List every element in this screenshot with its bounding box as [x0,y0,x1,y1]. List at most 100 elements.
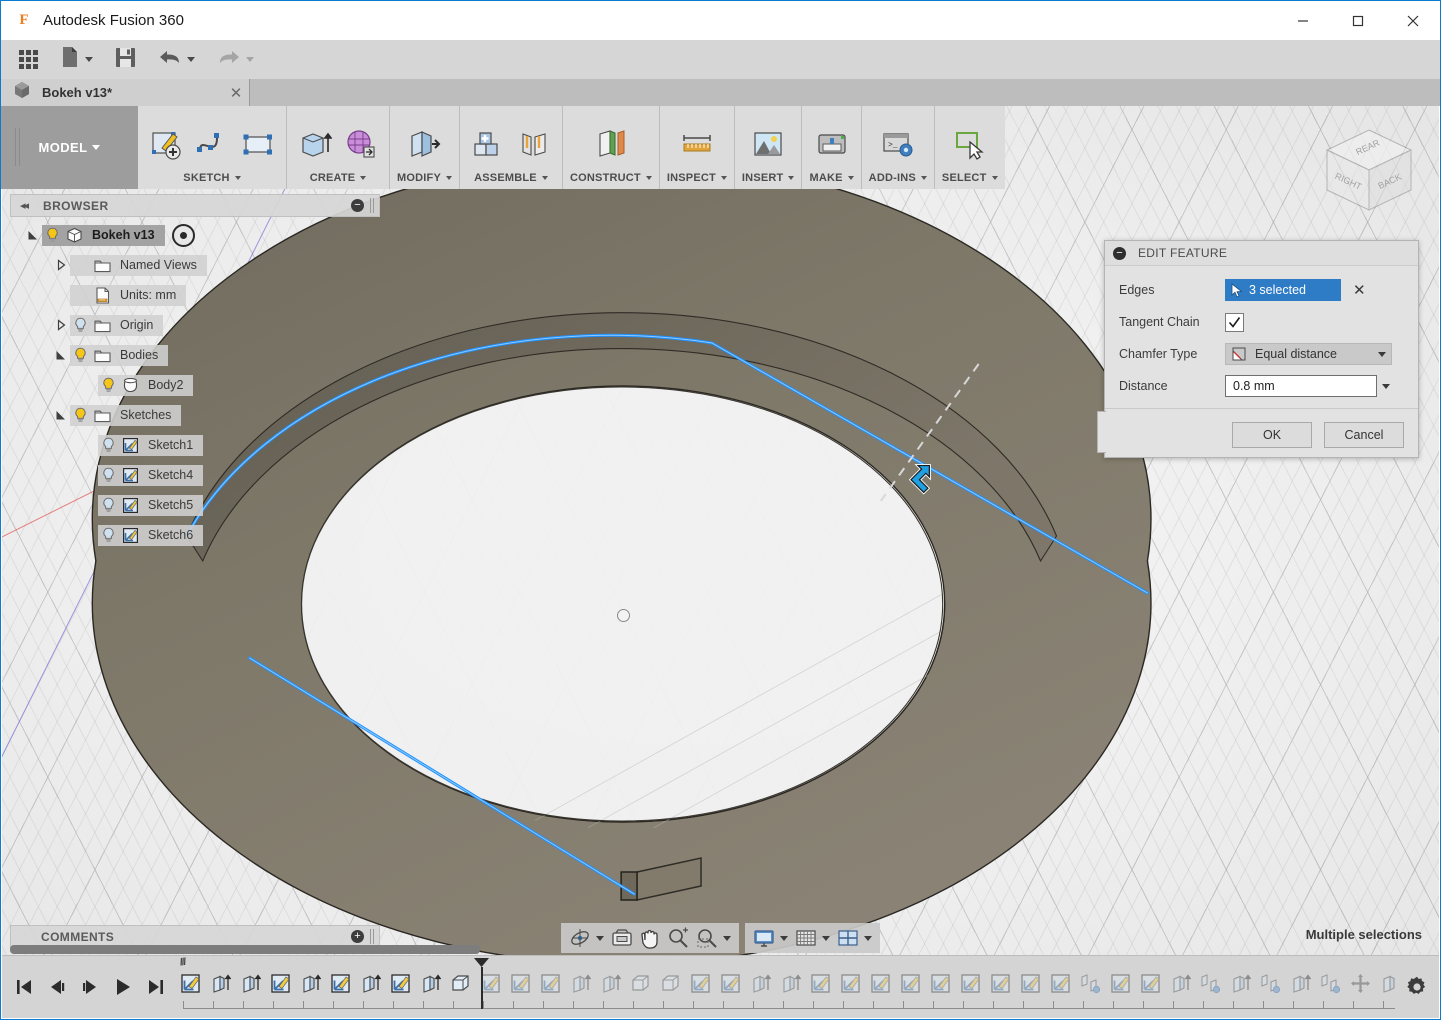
browser-item-content[interactable]: Units: mm [70,284,187,306]
timeline-feature-extrude[interactable] [1375,966,1395,1000]
chevron-down-icon[interactable] [234,176,241,181]
chevron-down-icon[interactable] [822,935,830,941]
timeline-feature-extrude[interactable] [1285,966,1315,1000]
timeline-feature-sketch[interactable] [265,966,295,1000]
browser-horizontal-scrollbar[interactable] [10,945,480,954]
timeline-feature-sketch[interactable] [505,966,535,1000]
timeline-feature-sketch[interactable] [715,966,745,1000]
timeline-feature-pattern[interactable] [1255,966,1285,1000]
activate-component-icon[interactable] [171,223,195,247]
timeline-feature-extrude[interactable] [1165,966,1195,1000]
expand-arrow-open-icon[interactable] [52,409,70,421]
browser-item-content[interactable]: Bodies [70,344,169,366]
timeline-feature-extrude[interactable] [415,966,445,1000]
extrude-icon[interactable] [294,123,336,167]
timeline-feature-sketch[interactable]: /// [175,957,205,1000]
pan-button[interactable] [638,923,662,953]
expand-arrow-closed-icon[interactable] [52,319,70,331]
browser-item-named-views[interactable]: Named Views [10,254,380,276]
chevron-down-icon[interactable] [1373,351,1391,357]
timeline-feature-sketch[interactable] [1015,966,1045,1000]
zoom-window-button[interactable] [694,923,733,953]
timeline-feature-move[interactable] [1345,966,1375,1000]
minimize-icon[interactable]: − [351,199,364,212]
chevron-down-icon[interactable] [445,176,452,181]
timeline-feature-chamfer[interactable] [445,966,475,1000]
edges-selection-button[interactable]: 3 selected [1225,279,1341,301]
timeline-feature-sketch[interactable] [955,966,985,1000]
undo-button[interactable] [152,40,201,79]
create-form-icon[interactable] [340,123,382,167]
visibility-bulb-icon[interactable] [98,527,119,543]
browser-item-content[interactable]: Sketch6 [98,524,204,546]
chevron-down-icon[interactable] [645,176,652,181]
timeline-feature-sketch[interactable] [895,966,925,1000]
chevron-down-icon[interactable] [847,176,854,181]
resize-grip[interactable] [370,198,374,213]
browser-item-sketch1[interactable]: Sketch1 [10,434,380,456]
browser-item-content[interactable]: Origin [70,314,164,336]
browser-item-origin[interactable]: Origin [10,314,380,336]
expand-arrow-open-icon[interactable] [24,229,42,241]
maximize-button[interactable] [1330,1,1385,40]
chevron-down-icon[interactable] [920,176,927,181]
chevron-down-icon[interactable] [360,176,367,181]
visibility-bulb-icon[interactable] [98,497,119,513]
browser-item-bokeh-v13[interactable]: Bokeh v13 [10,223,380,247]
visibility-bulb-icon[interactable] [98,467,119,483]
go-to-start-button[interactable] [8,967,39,1007]
browser-item-sketch6[interactable]: Sketch6 [10,524,380,546]
browser-item-sketch5[interactable]: Sketch5 [10,494,380,516]
collapse-icon[interactable]: ◂◂ [20,199,29,212]
timeline-settings-button[interactable] [1395,956,1439,1018]
timeline-track[interactable]: /// [175,956,1395,1018]
timeline-feature-sketch[interactable] [385,966,415,1000]
chevron-down-icon[interactable] [541,176,548,181]
timeline-feature-extrude[interactable] [205,966,235,1000]
timeline-feature-extrude[interactable] [1225,966,1255,1000]
step-forward-button[interactable] [74,967,105,1007]
visibility-bulb-icon[interactable] [70,347,91,363]
browser-item-bodies[interactable]: Bodies [10,344,380,366]
minimize-button[interactable] [1275,1,1330,40]
chevron-down-icon[interactable] [596,935,604,941]
browser-item-content[interactable]: Bokeh v13 [42,224,165,246]
browser-item-content[interactable]: Sketch1 [98,434,204,456]
insert-image-icon[interactable] [747,123,789,167]
timeline-feature-pattern[interactable] [1315,966,1345,1000]
timeline-feature-extrude[interactable] [565,966,595,1000]
ok-button[interactable]: OK [1232,422,1312,448]
drag-grip[interactable] [15,128,22,166]
document-tab-bokeh[interactable]: Bokeh v13* ✕ [1,79,250,106]
visibility-bulb-icon[interactable] [70,407,91,423]
display-settings-button[interactable] [751,923,790,953]
step-back-button[interactable] [41,967,72,1007]
resize-grip[interactable] [370,929,374,944]
timeline-feature-sketch[interactable] [535,966,565,1000]
chevron-down-icon[interactable] [788,176,795,181]
timeline-feature-extrude[interactable] [235,966,265,1000]
measure-icon[interactable] [676,123,718,167]
chevron-down-icon[interactable] [780,935,788,941]
close-icon[interactable]: ✕ [223,84,249,102]
timeline-feature-extrude[interactable] [295,966,325,1000]
add-comment-icon[interactable]: + [351,930,364,943]
browser-item-sketches[interactable]: Sketches [10,404,380,426]
chevron-down-icon[interactable] [723,935,731,941]
timeline-feature-sketch[interactable] [805,966,835,1000]
timeline-feature-pattern[interactable] [1195,966,1225,1000]
viewports-button[interactable] [835,923,874,953]
zoom-button[interactable] [665,923,691,953]
timeline-feature-chamfer[interactable] [655,966,685,1000]
visibility-bulb-icon[interactable] [42,227,63,243]
browser-item-content[interactable]: Body2 [98,374,194,396]
timeline-feature-sketch[interactable] [685,966,715,1000]
close-button[interactable] [1385,1,1440,40]
look-at-button[interactable] [609,923,635,953]
chevron-down-icon[interactable] [991,176,998,181]
timeline-feature-chamfer[interactable] [625,966,655,1000]
new-file-button[interactable] [54,40,99,79]
timeline-feature-pattern[interactable] [1075,966,1105,1000]
timeline-feature-sketch[interactable] [985,966,1015,1000]
play-button[interactable] [107,967,138,1007]
